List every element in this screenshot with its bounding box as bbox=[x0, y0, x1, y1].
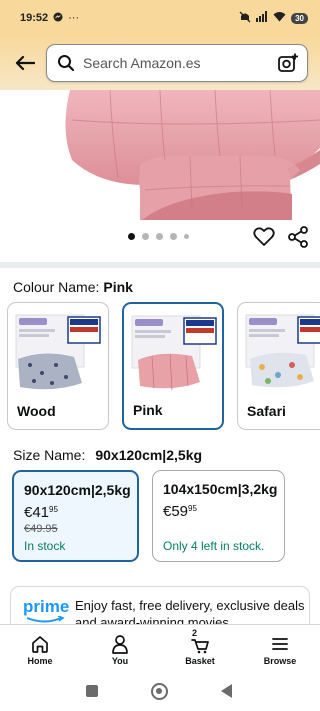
status-bar: 19:52 ··· 30 bbox=[0, 0, 320, 36]
battery-indicator: 30 bbox=[291, 12, 308, 24]
size-option-name: 90x120cm|2,5kg bbox=[24, 482, 131, 498]
safari-swatch-image bbox=[245, 314, 320, 388]
colour-option-wood[interactable]: Wood bbox=[7, 302, 109, 430]
pink-swatch-image bbox=[131, 315, 217, 391]
app-header bbox=[0, 36, 320, 90]
size-option-104x150[interactable]: 104x150cm|3,2kg €5995 Only 4 left in sto… bbox=[152, 470, 285, 562]
basket-count: 2 bbox=[192, 628, 198, 638]
share-button[interactable] bbox=[286, 225, 310, 249]
arrow-left-icon bbox=[15, 55, 35, 71]
more-notifications: ··· bbox=[68, 12, 80, 24]
wishlist-button[interactable] bbox=[252, 225, 276, 249]
price-cents: 95 bbox=[188, 504, 197, 513]
prime-logo: prime bbox=[23, 597, 70, 616]
colour-option-label: Safari bbox=[247, 403, 286, 419]
prime-smile-icon bbox=[26, 616, 65, 623]
search-icon bbox=[58, 55, 75, 72]
price-main: €41 bbox=[24, 504, 50, 521]
size-option-price: €4195 bbox=[24, 504, 127, 521]
colour-option-label: Pink bbox=[133, 402, 163, 418]
recents-button[interactable] bbox=[86, 685, 98, 697]
colour-option-pink[interactable]: Pink bbox=[122, 302, 224, 430]
nav-label: Home bbox=[27, 655, 53, 666]
size-option-stock: Only 4 left in stock. bbox=[163, 539, 265, 553]
size-name-row: Size Name: 90x120cm|2,5kg bbox=[13, 447, 202, 463]
nav-basket[interactable]: 2 Basket bbox=[160, 625, 240, 672]
carousel-dot[interactable] bbox=[170, 233, 177, 240]
home-system-button[interactable] bbox=[151, 683, 168, 700]
carousel-dot[interactable] bbox=[128, 233, 135, 240]
status-time: 19:52 bbox=[20, 12, 49, 24]
search-input[interactable] bbox=[83, 55, 277, 71]
size-option-stock: In stock bbox=[24, 539, 66, 553]
size-option-list-price: €49.95 bbox=[24, 523, 58, 535]
back-button[interactable] bbox=[10, 48, 40, 78]
image-carousel-controls bbox=[0, 222, 320, 252]
price-cents: 95 bbox=[49, 505, 58, 514]
person-icon bbox=[112, 634, 128, 654]
nav-you[interactable]: You bbox=[80, 625, 160, 672]
carousel-dots bbox=[128, 233, 189, 240]
signal-icon bbox=[256, 11, 268, 25]
wood-swatch-image bbox=[15, 314, 101, 390]
heart-icon bbox=[253, 227, 275, 246]
size-name-label: Size Name: bbox=[13, 447, 86, 463]
bottom-navigation: Home You 2 Basket Browse bbox=[0, 624, 320, 672]
mute-icon bbox=[239, 11, 251, 26]
carousel-dot[interactable] bbox=[142, 233, 149, 240]
colour-selected-value: Pink bbox=[103, 279, 133, 295]
colour-name-row: Colour Name: Pink bbox=[13, 279, 133, 295]
nav-label: You bbox=[111, 655, 129, 666]
menu-icon bbox=[272, 637, 288, 650]
size-option-name: 104x150cm|3,2kg bbox=[163, 481, 278, 497]
section-divider bbox=[0, 262, 320, 268]
camera-plus-icon[interactable] bbox=[277, 52, 299, 74]
product-image[interactable] bbox=[0, 90, 320, 220]
share-icon bbox=[288, 226, 308, 248]
home-icon bbox=[32, 635, 48, 653]
pink-blanket-image bbox=[65, 90, 320, 220]
carousel-dot[interactable] bbox=[156, 233, 163, 240]
back-system-button[interactable] bbox=[221, 684, 232, 698]
carousel-dot[interactable] bbox=[184, 234, 189, 239]
colour-name-label: Colour Name: bbox=[13, 279, 100, 295]
colour-option-safari[interactable]: Safari bbox=[237, 302, 320, 430]
size-option-90x120[interactable]: 90x120cm|2,5kg €4195 €49.95 In stock bbox=[12, 470, 139, 562]
nav-browse[interactable]: Browse bbox=[240, 625, 320, 672]
price-main: €59 bbox=[163, 503, 189, 520]
nav-home[interactable]: Home bbox=[0, 625, 80, 672]
colour-option-label: Wood bbox=[17, 403, 56, 419]
size-selected-value: 90x120cm|2,5kg bbox=[95, 447, 203, 463]
messenger-icon bbox=[53, 12, 63, 25]
wifi-icon bbox=[273, 11, 286, 25]
nav-label: Basket bbox=[185, 655, 215, 666]
size-option-price: €5995 bbox=[163, 503, 274, 520]
nav-label: Browse bbox=[263, 655, 297, 666]
search-box[interactable] bbox=[46, 44, 308, 82]
system-navigation-bar bbox=[0, 672, 320, 711]
